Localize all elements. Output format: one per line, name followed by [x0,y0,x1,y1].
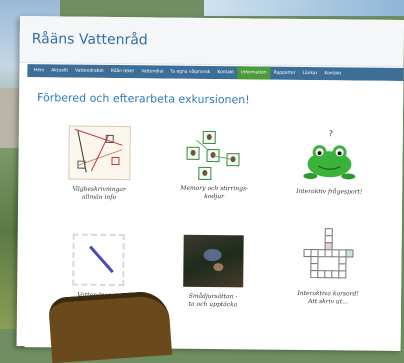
nav-item-lankar[interactable]: Länkar [299,67,321,80]
nav-item-kontakt-1[interactable]: Kontakt [214,66,238,79]
tile-crossword[interactable]: Interaktiva korsord! Att skriv ut... [273,228,384,307]
resource-grid: Vägbeskrivningar allmän info Memory och … [45,125,385,308]
tile-insects[interactable]: Smådjursättan - ta och upptäcka [158,234,269,309]
nav-item-information[interactable]: Information [237,66,271,80]
blue-pen-letter-icon[interactable] [72,233,125,287]
tile-quiz[interactable]: ? Interaktiv frågesport! [274,128,385,197]
tile-caption: Interaktiva korsord! Att skriv ut... [297,289,359,306]
tile-caption: Smådjursättan - ta och upptäcka [188,292,238,309]
site-header: Råäns Vattenråd [19,16,404,68]
tile-caption: Memory och stirrings- kodjur [180,184,249,201]
tile-memory[interactable]: Memory och stirrings- kodjur [159,126,270,201]
background-photo-bottom [47,289,173,363]
tile-letter[interactable]: Vattendrag ... [43,233,154,300]
nav-item-hem[interactable]: Hem [30,64,47,77]
memory-cards-icon[interactable] [184,127,245,181]
tile-caption: Vägbeskrivningar allmän info [72,185,126,202]
tile-caption: Interaktiv frågesport! [296,187,363,196]
nav-item-vattendial[interactable]: Vattendial [138,65,167,78]
site-title[interactable]: Råäns Vattenråd [32,31,148,48]
map-icon[interactable] [68,125,131,181]
nav-item-valprovok[interactable]: Ta egna vålprovok [167,66,214,79]
svg-text:?: ? [329,129,333,138]
crossword-icon[interactable] [300,228,357,285]
nav-item-aktuellt[interactable]: Aktuellt [48,64,72,77]
page-heading: Förbered och efterarbeta exkursionen! [37,91,250,107]
nav-item-rapporter[interactable]: Rapporter [270,67,299,80]
frog-icon[interactable]: ? [298,128,361,183]
background-photo-top [204,0,404,16]
tile-map[interactable]: Vägbeskrivningar allmän info [44,125,155,202]
nav-item-vattendrabet[interactable]: Vattendrabet [72,65,108,78]
nav-item-raan-leker[interactable]: Råån leker [107,65,137,78]
nav-item-kontakt-2[interactable]: Kontakt [321,67,345,80]
insect-photo-icon[interactable] [183,234,244,288]
